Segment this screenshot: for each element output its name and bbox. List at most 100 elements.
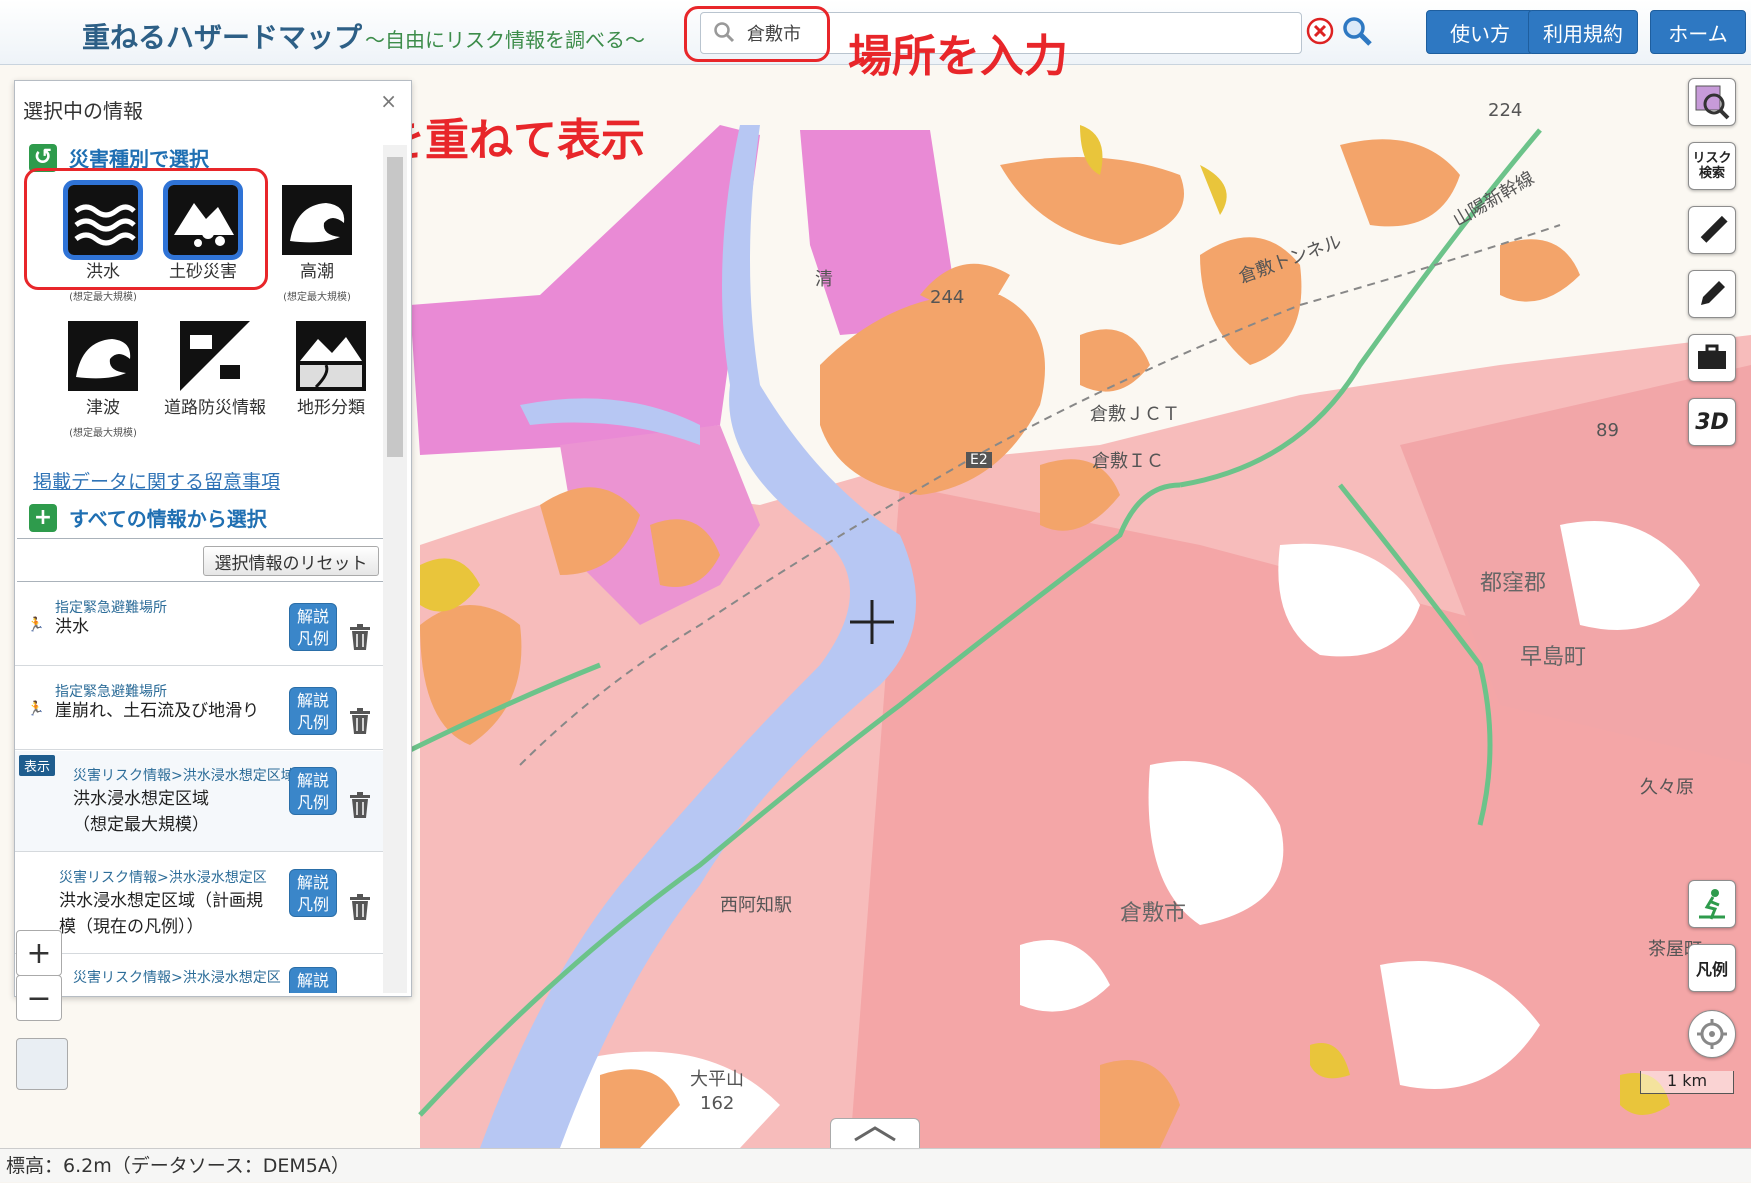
clear-search-icon[interactable] [1305,16,1335,46]
map-label-nishiachi: 西阿知駅 [720,895,792,916]
risk-search-map-icon[interactable] [1688,78,1736,126]
layer-name: 洪水浸水想定区域 [73,789,209,809]
layer-name-sub: （想定最大規模） [73,815,209,835]
hazard-flood-sub: (想定最大規模) [69,292,137,303]
annotation-hazard-highlight [24,168,268,290]
toolbox-icon[interactable] [1688,334,1736,382]
panel-scroll-thumb[interactable] [387,157,403,457]
risk-search-button[interactable]: リスク検索 [1688,142,1736,190]
elevation-status-bar: 標高：6.2m（データソース：DEM5A） [0,1148,1751,1182]
hazard-terrain-label: 地形分類 [297,398,365,418]
layer-name: 崖崩れ、土石流及び地滑り [55,701,260,721]
search-submit-icon[interactable] [1340,14,1374,48]
layer-row-active: 表示 災害リスク情報>洪水浸水想定区域 洪水浸水想定区域 （想定最大規模） 解説… [15,751,383,852]
hazard-road-label: 道路防災情報 [164,398,266,418]
layer-guide-button[interactable]: 解説 凡例 [289,869,337,917]
panel-divider [17,581,383,582]
hazard-terrain-button[interactable]: 地形分類 [281,321,381,418]
delete-layer-icon[interactable] [348,791,372,819]
layer-category: 指定緊急避難場所 [55,684,167,700]
toolbox-shape [1698,344,1726,369]
app-subtitle: ～自由にリスク情報を調べる～ [365,28,645,52]
layer-guide-button[interactable]: 解説 凡例 [289,767,337,815]
terms-button[interactable]: 利用規約 [1528,10,1638,54]
terrain-icon [296,321,366,391]
map-label-kiyo: 清 [815,269,833,290]
delete-layer-icon[interactable] [348,707,372,735]
layer-guide-button[interactable]: 解説 [289,967,337,993]
layer-category: 指定緊急避難場所 [55,600,167,616]
map-search-icon [1695,85,1730,120]
delete-layer-icon[interactable] [348,623,372,651]
layer-name: 洪水浸水想定区域（計画規 [59,891,263,911]
visible-badge[interactable]: 表示 [19,755,56,776]
annotation-enter-location: 場所を入力 [848,31,1068,82]
map-label-244: 244 [930,287,965,308]
map-center-crosshair-icon [850,600,894,644]
road-disaster-icon [180,321,250,391]
3d-view-button[interactable]: 3D [1688,398,1736,446]
evacuation-icon-button[interactable] [1688,880,1736,928]
chevron-up-icon [854,1126,896,1142]
hazard-tsunami-label: 津波 [86,398,120,418]
tsunami-icon [68,321,138,391]
map-label-e2: E2 [966,452,992,468]
home-button[interactable]: ホーム [1650,10,1746,54]
evacuation-icon [1699,889,1725,920]
legend-button[interactable]: 凡例 [1688,944,1736,992]
all-info-section-heading[interactable]: + すべての情報から選択 [29,503,267,532]
map-label-kurashiki-jct: 倉敷ＪＣＴ [1090,404,1180,425]
map-label-162: 162 [700,1093,735,1114]
map-label-ohirayama: 大平山 [690,1069,744,1090]
hazard-tsunami-sub: (想定最大規模) [69,428,137,439]
map-label-tsukubo: 都窪郡 [1480,571,1547,596]
hazard-road-button[interactable]: 道路防災情報 [153,321,277,418]
layer-row: 災害リスク情報>洪水浸水想定区 解説 [15,955,383,993]
map-label-89: 89 [1596,420,1619,441]
minimap-button[interactable] [16,1038,68,1090]
locate-icon[interactable] [1688,1010,1736,1058]
map-label-kugahara: 久々原 [1640,777,1694,798]
evacuation-icon: 🏃 [27,617,45,633]
hazard-tsunami-button[interactable]: 津波 (想定最大規模) [53,321,153,439]
layer-guide-button[interactable]: 解説 凡例 [289,687,337,735]
data-notes-link[interactable]: 掲載データに関する留意事項 [33,467,280,494]
plus-icon: + [29,503,57,532]
evacuation-icon: 🏃 [27,701,45,717]
map-label-kurashiki-ic: 倉敷ＩＣ [1092,451,1164,472]
hazard-storm-surge-button[interactable]: 高潮 (想定最大規模) [267,185,367,303]
layer-category: 災害リスク情報>洪水浸水想定区域 [73,768,295,784]
layer-row: 🏃 指定緊急避難場所 崖崩れ、土石流及び地滑り 解説 凡例 [15,667,383,750]
layer-category: 災害リスク情報>洪水浸水想定区 [59,870,267,886]
panel-title: 選択中の情報 [23,99,143,123]
map-label-kurashiki-city: 倉敷市 [1120,901,1187,926]
layer-row: 🏃 指定緊急避難場所 洪水 解説 凡例 [15,583,383,666]
map-label-224: 224 [1488,100,1523,121]
map-label-hayashima: 早島町 [1520,645,1587,670]
hazard-storm-surge-label: 高潮 [300,262,334,282]
layer-row: 災害リスク情報>洪水浸水想定区 洪水浸水想定区域（計画規 模（現在の凡例）） 解… [15,853,383,954]
panel-divider [17,538,383,539]
annotation-search-highlight [684,6,830,62]
delete-layer-icon[interactable] [348,893,372,921]
app-title[interactable]: 重ねるハザードマップ [82,16,362,56]
reset-selection-button[interactable]: 選択情報のリセット [203,546,379,576]
layer-category: 災害リスク情報>洪水浸水想定区 [73,970,281,986]
zoom-out-button[interactable]: − [16,975,62,1021]
panel-scrollbar[interactable] [383,145,407,993]
expand-panel-button[interactable] [830,1118,920,1150]
all-section-label: すべての情報から選択 [69,507,267,531]
layer-guide-button[interactable]: 解説 凡例 [289,603,337,651]
ruler-shape [1700,215,1728,243]
zoom-in-button[interactable]: + [16,930,62,976]
ruler-icon[interactable] [1688,206,1736,254]
scale-bar: 1 km [1640,1071,1734,1094]
layer-name: 洪水 [55,617,89,637]
pencil-icon[interactable] [1688,270,1736,318]
hazard-storm-surge-sub: (想定最大規模) [283,292,351,303]
crosshair-locate-shape [1697,1019,1727,1049]
pencil-shape [1701,281,1725,305]
layer-name-sub: 模（現在の凡例）） [59,917,204,937]
panel-close-button[interactable]: × [380,89,397,113]
howto-button[interactable]: 使い方 [1426,10,1534,54]
